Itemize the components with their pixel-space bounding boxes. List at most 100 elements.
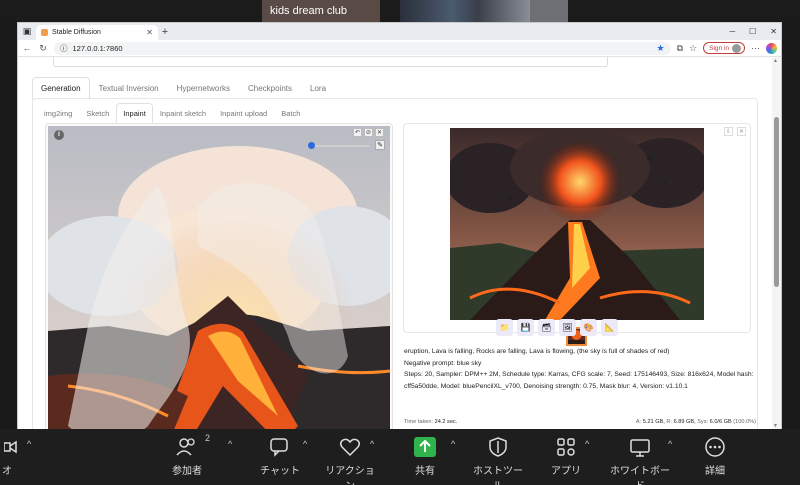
vram-a-label: A: xyxy=(635,419,642,425)
save-icon[interactable]: 💾 xyxy=(517,319,534,336)
brush-size-slider[interactable] xyxy=(308,142,370,149)
chat-options-chevron-icon[interactable]: ^ xyxy=(303,439,307,449)
clear-icon[interactable]: ⊘ xyxy=(364,128,373,137)
whiteboard-icon xyxy=(629,437,651,457)
tab-inpaint[interactable]: Inpaint xyxy=(116,103,153,124)
video-button[interactable]: オ xyxy=(0,437,17,477)
share-screen-icon xyxy=(414,437,436,457)
favicon-icon xyxy=(41,29,48,36)
tab-title: Stable Diffusion xyxy=(52,29,101,36)
tab-inpaint-sketch[interactable]: Inpaint sketch xyxy=(153,103,213,124)
reactions-options-chevron-icon[interactable]: ^ xyxy=(370,439,374,449)
refresh-icon[interactable]: ↻ xyxy=(38,43,48,54)
apps-icon xyxy=(555,437,577,457)
vram-r-label: R: xyxy=(666,419,672,425)
scrollbar-thumb[interactable] xyxy=(774,117,779,287)
volcano-output-image xyxy=(450,128,704,320)
slider-knob[interactable] xyxy=(308,142,315,149)
new-tab-button[interactable]: + xyxy=(158,26,172,38)
whiteboard-options-chevron-icon[interactable]: ^ xyxy=(668,439,672,449)
more-menu-icon[interactable]: ··· xyxy=(751,43,760,53)
participant-thumbnail-2[interactable] xyxy=(530,0,568,22)
browser-tab-bar: ▣ Stable Diffusion ✕ + ─ ☐ ✕ xyxy=(18,23,781,40)
participants-count: 2 xyxy=(204,433,210,443)
site-info-icon[interactable]: ⓘ xyxy=(60,43,68,54)
inpaint-canvas[interactable]: i ↶ ⊘ ✕ ✎ xyxy=(48,126,390,430)
tab-inpaint-upload[interactable]: Inpaint upload xyxy=(213,103,274,124)
vram-sys-value: 6.0/6 GB xyxy=(709,419,732,425)
params-line: Steps: 20, Sampler: DPM++ 2M, Schedule t… xyxy=(404,371,754,378)
share-options-chevron-icon[interactable]: ^ xyxy=(451,439,455,449)
sign-in-button[interactable]: Sign in xyxy=(703,42,745,54)
vram-sys-label: Sys: xyxy=(697,419,709,425)
participant-thumbnail[interactable] xyxy=(400,0,530,22)
tab-actions-icon[interactable]: ▣ xyxy=(18,23,36,40)
minimize-button[interactable]: ─ xyxy=(729,23,735,40)
chat-button[interactable]: チャット xyxy=(258,437,302,477)
close-window-button[interactable]: ✕ xyxy=(770,23,777,40)
browser-tab[interactable]: Stable Diffusion ✕ xyxy=(36,25,158,40)
send-to-img2img-icon[interactable]: 🖼 xyxy=(559,319,576,336)
gallery-controls: ⇩ ✕ xyxy=(724,127,746,136)
zip-icon[interactable]: 🗃 xyxy=(538,319,555,336)
whiteboard-button[interactable]: ホワイトボード xyxy=(608,437,672,485)
tab-textual-inversion[interactable]: Textual Inversion xyxy=(90,77,168,100)
participants-options-chevron-icon[interactable]: ^ xyxy=(228,439,232,449)
vram-a-value: 5.21 GB, xyxy=(642,419,665,425)
favorite-star-icon[interactable]: ★ xyxy=(657,43,665,54)
whiteboard-label: ホワイトボード xyxy=(610,466,670,485)
time-value: 24.2 sec. xyxy=(434,419,458,425)
prompt-box-bottom xyxy=(53,57,608,67)
more-button[interactable]: 詳細 xyxy=(700,437,730,477)
address-bar-row: ← ↻ ⓘ 127.0.0.1:7860 ★ ⧉ ☆ Sign in ··· xyxy=(18,40,781,57)
send-to-extras-icon[interactable]: 📐 xyxy=(601,319,618,336)
participant-video-tile[interactable]: kids dream club xyxy=(262,0,380,22)
tab-checkpoints[interactable]: Checkpoints xyxy=(239,77,301,100)
back-icon[interactable]: ← xyxy=(22,43,32,53)
share-button[interactable]: 共有 xyxy=(410,437,440,477)
info-icon[interactable]: i xyxy=(54,130,64,140)
url-text: 127.0.0.1:7860 xyxy=(72,43,123,53)
tab-batch[interactable]: Batch xyxy=(274,103,307,124)
browser-window: ▣ Stable Diffusion ✕ + ─ ☐ ✕ ← ↻ ⓘ 127.0… xyxy=(17,22,782,430)
close-gallery-icon[interactable]: ✕ xyxy=(737,127,746,136)
scroll-up-icon[interactable]: ▲ xyxy=(773,58,778,64)
download-icon[interactable]: ⇩ xyxy=(724,127,733,136)
participants-button[interactable]: 2 参加者 xyxy=(165,433,210,477)
output-gallery: ⇩ ✕ xyxy=(403,123,751,346)
apps-options-chevron-icon[interactable]: ^ xyxy=(585,439,589,449)
video-label: オ xyxy=(2,466,12,477)
send-to-inpaint-icon[interactable]: 🎨 xyxy=(580,319,597,336)
canvas-tools: ↶ ⊘ ✕ xyxy=(353,128,384,137)
page-scrollbar[interactable]: ▲ ▼ xyxy=(772,57,781,430)
screen: kids dream club ▣ Stable Diffusion ✕ + ─… xyxy=(0,0,800,485)
split-screen-icon[interactable]: ⧉ xyxy=(677,43,683,54)
close-icon[interactable]: ✕ xyxy=(375,128,384,137)
address-bar[interactable]: ⓘ 127.0.0.1:7860 ★ xyxy=(54,41,671,55)
negative-prompt-line: Negative prompt: blue sky xyxy=(404,359,482,367)
shield-icon xyxy=(487,437,509,457)
favorites-icon[interactable]: ☆ xyxy=(689,43,697,54)
inpaint-canvas-box: i ↶ ⊘ ✕ ✎ xyxy=(45,123,393,430)
participants-icon: 2 xyxy=(176,433,210,457)
tab-img2img[interactable]: img2img xyxy=(37,103,79,124)
open-folder-icon[interactable]: 📁 xyxy=(496,319,513,336)
tab-lora[interactable]: Lora xyxy=(301,77,335,100)
vram-usage: A: 5.21 GB, R: 6.89 GB, Sys: 6.0/6 GB (1… xyxy=(636,419,756,425)
video-options-chevron-icon[interactable]: ^ xyxy=(27,439,31,449)
participants-label: 参加者 xyxy=(172,466,202,477)
tab-hypernetworks[interactable]: Hypernetworks xyxy=(168,77,239,100)
host-tools-button[interactable]: ホストツール xyxy=(470,437,526,485)
more-icon xyxy=(704,437,726,457)
tab-generation[interactable]: Generation xyxy=(32,77,90,100)
share-label: 共有 xyxy=(415,466,435,477)
generation-info: eruption, Lava is falling, Rocks are fal… xyxy=(404,346,754,392)
output-image[interactable] xyxy=(450,128,704,320)
close-tab-icon[interactable]: ✕ xyxy=(146,28,153,37)
tab-sketch[interactable]: Sketch xyxy=(79,103,116,124)
apps-button[interactable]: アプリ xyxy=(551,437,581,477)
copilot-icon[interactable] xyxy=(766,42,777,54)
maximize-button[interactable]: ☐ xyxy=(749,23,756,40)
brush-icon[interactable]: ✎ xyxy=(375,140,385,150)
undo-icon[interactable]: ↶ xyxy=(353,128,362,137)
